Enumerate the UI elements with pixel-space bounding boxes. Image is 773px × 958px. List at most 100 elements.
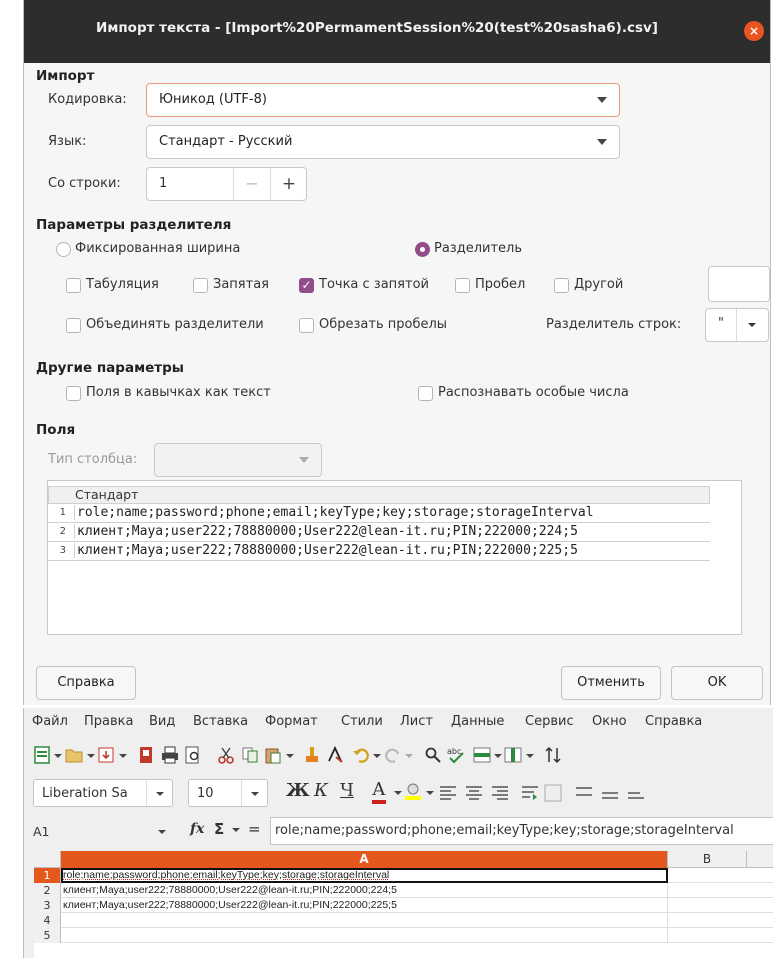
- menu-file[interactable]: Файл: [32, 714, 68, 729]
- chevron-down-icon[interactable]: [494, 754, 502, 758]
- separated-radio[interactable]: [415, 242, 430, 257]
- font-size-value[interactable]: 10: [197, 786, 214, 801]
- column-header-b[interactable]: B: [667, 851, 747, 868]
- cell-a2[interactable]: клиент;Maya;user222;78880000;User222@lea…: [63, 883, 397, 898]
- sort-icon[interactable]: [544, 746, 562, 764]
- print-icon[interactable]: [161, 746, 179, 764]
- chevron-down-icon[interactable]: [54, 754, 62, 758]
- comma-checkbox[interactable]: [193, 278, 208, 293]
- chevron-down-icon[interactable]: [156, 792, 164, 796]
- align-right-icon[interactable]: [491, 784, 509, 802]
- align-middle-icon[interactable]: [601, 784, 619, 802]
- italic-icon[interactable]: К: [314, 780, 328, 801]
- cell-reference[interactable]: A1: [33, 824, 50, 839]
- fixed-width-radio[interactable]: [56, 242, 71, 257]
- clone-formatting-icon[interactable]: [303, 746, 321, 764]
- copy-icon[interactable]: [241, 746, 259, 764]
- redo-icon[interactable]: [384, 746, 402, 764]
- string-delimiter-combo[interactable]: ": [705, 308, 769, 342]
- chevron-down-icon[interactable]: [373, 754, 381, 758]
- detect-special-numbers-checkbox[interactable]: [418, 386, 433, 401]
- row-header[interactable]: 3: [34, 898, 61, 913]
- menu-edit[interactable]: Правка: [84, 714, 133, 729]
- space-checkbox[interactable]: [455, 278, 470, 293]
- row-icon[interactable]: [473, 746, 491, 764]
- trim-spaces-checkbox[interactable]: [299, 318, 314, 333]
- chevron-down-icon[interactable]: [426, 791, 434, 795]
- merge-delimiters-checkbox[interactable]: [66, 318, 81, 333]
- row-header[interactable]: 1: [34, 868, 61, 883]
- other-checkbox[interactable]: [554, 278, 569, 293]
- chevron-down-icon[interactable]: [87, 754, 95, 758]
- menu-tools[interactable]: Сервис: [525, 714, 574, 729]
- encoding-dropdown[interactable]: Юникод (UTF-8): [146, 83, 620, 117]
- increment-button[interactable]: +: [270, 168, 307, 200]
- row-header[interactable]: 5: [34, 928, 61, 943]
- highlight-color-icon[interactable]: [404, 782, 422, 800]
- font-name-value[interactable]: Liberation Sa: [42, 786, 128, 801]
- save-icon[interactable]: [97, 746, 115, 764]
- font-name-box[interactable]: Liberation Sa: [33, 779, 173, 807]
- row-header[interactable]: 2: [34, 883, 61, 898]
- underline-icon[interactable]: Ч: [340, 780, 354, 801]
- sheet-row[interactable]: 5: [34, 928, 773, 943]
- align-top-icon[interactable]: [575, 784, 593, 802]
- column-icon[interactable]: [504, 746, 522, 764]
- dialog-titlebar[interactable]: Импорт текста - [Import%20PermamentSessi…: [24, 0, 770, 63]
- select-all-corner[interactable]: [34, 851, 61, 868]
- menu-format[interactable]: Формат: [265, 714, 318, 729]
- print-preview-icon[interactable]: [184, 746, 202, 764]
- chevron-down-icon[interactable]: [394, 791, 402, 795]
- preview-grid[interactable]: Стандарт 1 role;name;password;phone;emai…: [47, 480, 742, 635]
- new-spreadsheet-icon[interactable]: [33, 746, 51, 764]
- bold-icon[interactable]: Ж: [286, 780, 310, 801]
- chevron-down-icon[interactable]: [251, 792, 259, 796]
- column-header-a[interactable]: A: [61, 851, 667, 868]
- cut-icon[interactable]: [217, 746, 235, 764]
- chevron-down-icon[interactable]: [232, 828, 240, 832]
- undo-icon[interactable]: [352, 746, 370, 764]
- open-folder-icon[interactable]: [65, 746, 83, 764]
- formula-icon[interactable]: =: [248, 820, 261, 838]
- paste-icon[interactable]: [264, 746, 282, 764]
- chevron-down-icon[interactable]: [119, 754, 127, 758]
- ok-button[interactable]: OK: [671, 666, 763, 700]
- close-icon[interactable]: ×: [744, 21, 764, 41]
- menu-styles[interactable]: Стили: [341, 714, 383, 729]
- sheet-row[interactable]: 3 клиент;Maya;user222;78880000;User222@l…: [34, 898, 773, 913]
- preview-column-header[interactable]: Стандарт: [48, 486, 710, 504]
- cell-a3[interactable]: клиент;Maya;user222;78880000;User222@lea…: [63, 898, 397, 913]
- language-dropdown[interactable]: Стандарт - Русский: [146, 125, 620, 159]
- font-color-icon[interactable]: А: [372, 780, 386, 804]
- spellcheck-icon[interactable]: abc: [447, 746, 465, 764]
- clear-formatting-icon[interactable]: [326, 746, 344, 764]
- help-button[interactable]: Справка: [36, 666, 136, 700]
- menu-window[interactable]: Окно: [592, 714, 627, 729]
- row-header[interactable]: 4: [34, 913, 61, 928]
- from-row-value[interactable]: 1: [159, 176, 167, 191]
- formula-input[interactable]: role;name;password;phone;email;keyType;k…: [270, 817, 773, 845]
- wrap-text-icon[interactable]: [521, 784, 539, 802]
- sum-icon[interactable]: Σ: [214, 820, 224, 838]
- other-separator-input[interactable]: [708, 266, 770, 302]
- menu-view[interactable]: Вид: [149, 714, 175, 729]
- export-pdf-icon[interactable]: [137, 746, 155, 764]
- tab-checkbox[interactable]: [66, 278, 81, 293]
- semicolon-checkbox[interactable]: ✓: [299, 278, 314, 293]
- align-bottom-icon[interactable]: [627, 784, 645, 802]
- function-wizard-icon[interactable]: fx: [190, 821, 204, 837]
- align-left-icon[interactable]: [439, 784, 457, 802]
- chevron-down-icon[interactable]: [158, 830, 166, 834]
- spreadsheet-grid[interactable]: A B 1 role;name;password;phone;email;key…: [34, 851, 773, 958]
- menu-insert[interactable]: Вставка: [193, 714, 248, 729]
- font-size-box[interactable]: 10: [188, 779, 268, 807]
- from-row-spinner[interactable]: 1 − +: [146, 167, 307, 201]
- cancel-button[interactable]: Отменить: [561, 666, 661, 700]
- chevron-down-icon[interactable]: [286, 754, 294, 758]
- sheet-row[interactable]: 1 role;name;password;phone;email;keyType…: [34, 868, 773, 883]
- menu-data[interactable]: Данные: [451, 714, 504, 729]
- sheet-row[interactable]: 2 клиент;Maya;user222;78880000;User222@l…: [34, 883, 773, 898]
- merge-cells-icon[interactable]: [544, 784, 562, 802]
- column-type-dropdown[interactable]: [154, 443, 322, 477]
- menu-sheet[interactable]: Лист: [400, 714, 433, 729]
